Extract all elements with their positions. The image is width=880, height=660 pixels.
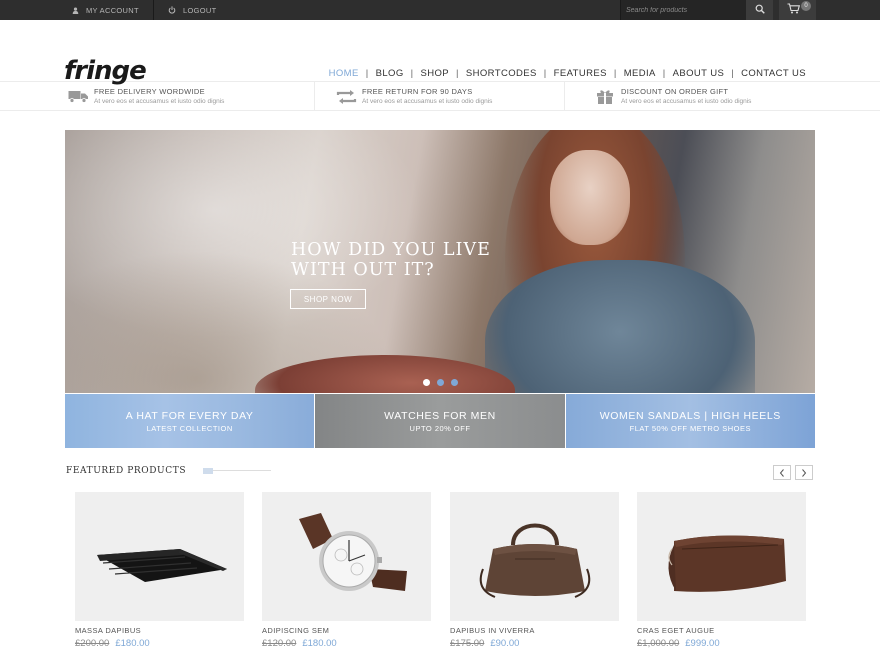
banner-subtitle: LATEST COLLECTION (146, 423, 233, 433)
hero-slider: HOW DID YOU LIVE WITH OUT IT? SHOP NOW (65, 130, 815, 393)
hero-model-shirt (485, 260, 755, 393)
feature-delivery: FREE DELIVERY WORDWIDE At vero eos et ac… (64, 82, 224, 111)
promo-banners: A HAT FOR EVERY DAY LATEST COLLECTION WA… (65, 394, 815, 448)
feature-subtitle: At vero eos et accusamus et iusto odio d… (94, 98, 225, 105)
product-old-price: £200.00 (75, 638, 110, 649)
product-name: MASSA DAPIBUS (75, 626, 142, 635)
hero-title: HOW DID YOU LIVE WITH OUT IT? (291, 240, 491, 280)
product-image-wallet[interactable] (75, 492, 244, 621)
product-image-toiletry-bag[interactable] (637, 492, 806, 621)
feature-subtitle: At vero eos et accusamus et iusto odio d… (362, 98, 493, 105)
topbar-divider (153, 0, 154, 20)
nav-separator: | (365, 68, 369, 79)
slider-dots (423, 379, 458, 386)
nav-separator: | (613, 68, 617, 79)
user-icon (72, 6, 79, 14)
product-sale-price: £90.00 (490, 638, 520, 649)
nav-shop[interactable]: SHOP (420, 68, 449, 79)
carousel-prev-button[interactable] (773, 465, 791, 480)
return-arrows-icon (332, 89, 360, 104)
nav-blog[interactable]: BLOG (376, 68, 404, 79)
slider-dot[interactable] (451, 379, 458, 386)
nav-features[interactable]: FEATURES (554, 68, 607, 79)
feature-subtitle: At vero eos et accusamus et iusto odio d… (621, 98, 752, 105)
nav-separator: | (543, 68, 547, 79)
banner-subtitle: FLAT 50% OFF METRO SHOES (629, 423, 751, 433)
top-bar: MY ACCOUNT LOGOUT 0 (0, 0, 880, 20)
main-nav: HOME | BLOG | SHOP | SHORTCODES | FEATUR… (329, 68, 806, 79)
slider-dot[interactable] (423, 379, 430, 386)
product-card[interactable]: ADIPISCING SEM £120.00 £180.00 (262, 492, 431, 649)
featured-products-title: FEATURED PRODUCTS (66, 466, 187, 476)
gift-icon (591, 89, 619, 104)
product-sale-price: £180.00 (302, 638, 337, 649)
logout-label: LOGOUT (183, 5, 217, 15)
nav-separator: | (456, 68, 459, 79)
nav-contact-us[interactable]: CONTACT US (741, 68, 806, 79)
feature-title: DISCOUNT ON ORDER GIFT (621, 87, 729, 96)
product-price: £120.00 £180.00 (262, 638, 431, 649)
search-box (620, 0, 746, 20)
features-strip: FREE DELIVERY WORDWIDE At vero eos et ac… (0, 82, 880, 111)
feature-discount: DISCOUNT ON ORDER GIFT At vero eos et ac… (591, 82, 751, 111)
slider-dot[interactable] (437, 379, 444, 386)
feature-divider (314, 82, 315, 111)
nav-about-us[interactable]: ABOUT US (673, 68, 725, 79)
truck-icon (64, 90, 92, 103)
section-underline (203, 470, 271, 471)
product-name: CRAS EGET AUGUE (637, 626, 715, 635)
cart-button[interactable]: 0 (779, 0, 816, 20)
product-sale-price: £180.00 (115, 638, 150, 649)
cart-count-badge: 0 (801, 1, 811, 11)
search-input[interactable] (626, 6, 741, 14)
product-card[interactable]: CRAS EGET AUGUE £1,000.00 £999.00 (637, 492, 806, 649)
my-account-label: MY ACCOUNT (86, 5, 139, 15)
product-card[interactable]: MASSA DAPIBUS £200.00 £180.00 (75, 492, 244, 649)
product-old-price: £1,000.00 (637, 638, 680, 649)
feature-divider (564, 82, 565, 111)
product-old-price: £120.00 (262, 638, 297, 649)
nav-media[interactable]: MEDIA (624, 68, 656, 79)
hero-model-face (550, 150, 630, 245)
nav-separator: | (410, 68, 414, 79)
nav-separator: | (662, 68, 666, 79)
carousel-next-button[interactable] (795, 465, 813, 480)
logout-link[interactable]: LOGOUT (168, 0, 216, 20)
product-name: DAPIBUS IN VIVERRA (450, 626, 535, 635)
hero-title-line: WITH OUT IT? (291, 260, 435, 280)
feature-title: FREE RETURN FOR 90 DAYS (362, 87, 473, 96)
banner-subtitle: UPTO 20% OFF (409, 423, 471, 433)
site-header: fringe HOME | BLOG | SHOP | SHORTCODES |… (0, 20, 880, 86)
feature-title: FREE DELIVERY WORDWIDE (94, 87, 205, 96)
shop-now-button[interactable]: SHOP NOW (290, 289, 366, 309)
product-image-bag[interactable] (450, 492, 619, 621)
nav-home[interactable]: HOME (329, 68, 359, 79)
hero-title-line: HOW DID YOU LIVE (291, 240, 491, 260)
product-price: £175.00 £90.00 (450, 638, 619, 649)
promo-banner-hats[interactable]: A HAT FOR EVERY DAY LATEST COLLECTION (65, 394, 315, 448)
product-sale-price: £999.00 (685, 638, 720, 649)
product-price: £200.00 £180.00 (75, 638, 244, 649)
search-button[interactable] (746, 0, 773, 20)
product-card[interactable]: DAPIBUS IN VIVERRA £175.00 £90.00 (450, 492, 619, 649)
chevron-left-icon (779, 464, 785, 482)
banner-title: A HAT FOR EVERY DAY (125, 409, 254, 422)
product-price: £1,000.00 £999.00 (637, 638, 806, 649)
power-icon (168, 6, 176, 14)
my-account-link[interactable]: MY ACCOUNT (72, 0, 139, 20)
promo-banner-sandals[interactable]: WOMEN SANDALS | HIGH HEELS FLAT 50% OFF … (565, 394, 815, 448)
banner-title: WOMEN SANDALS | HIGH HEELS (599, 409, 781, 422)
search-icon (755, 1, 765, 19)
product-old-price: £175.00 (450, 638, 485, 649)
promo-banner-watches[interactable]: WATCHES FOR MEN UPTO 20% OFF (315, 394, 565, 448)
cart-icon (787, 1, 801, 19)
chevron-right-icon (801, 464, 807, 482)
nav-shortcodes[interactable]: SHORTCODES (466, 68, 537, 79)
banner-title: WATCHES FOR MEN (384, 409, 496, 422)
feature-return: FREE RETURN FOR 90 DAYS At vero eos et a… (332, 82, 492, 111)
nav-separator: | (731, 68, 735, 79)
section-underline-accent (203, 468, 213, 474)
product-name: ADIPISCING SEM (262, 626, 330, 635)
product-image-watch[interactable] (262, 492, 431, 621)
